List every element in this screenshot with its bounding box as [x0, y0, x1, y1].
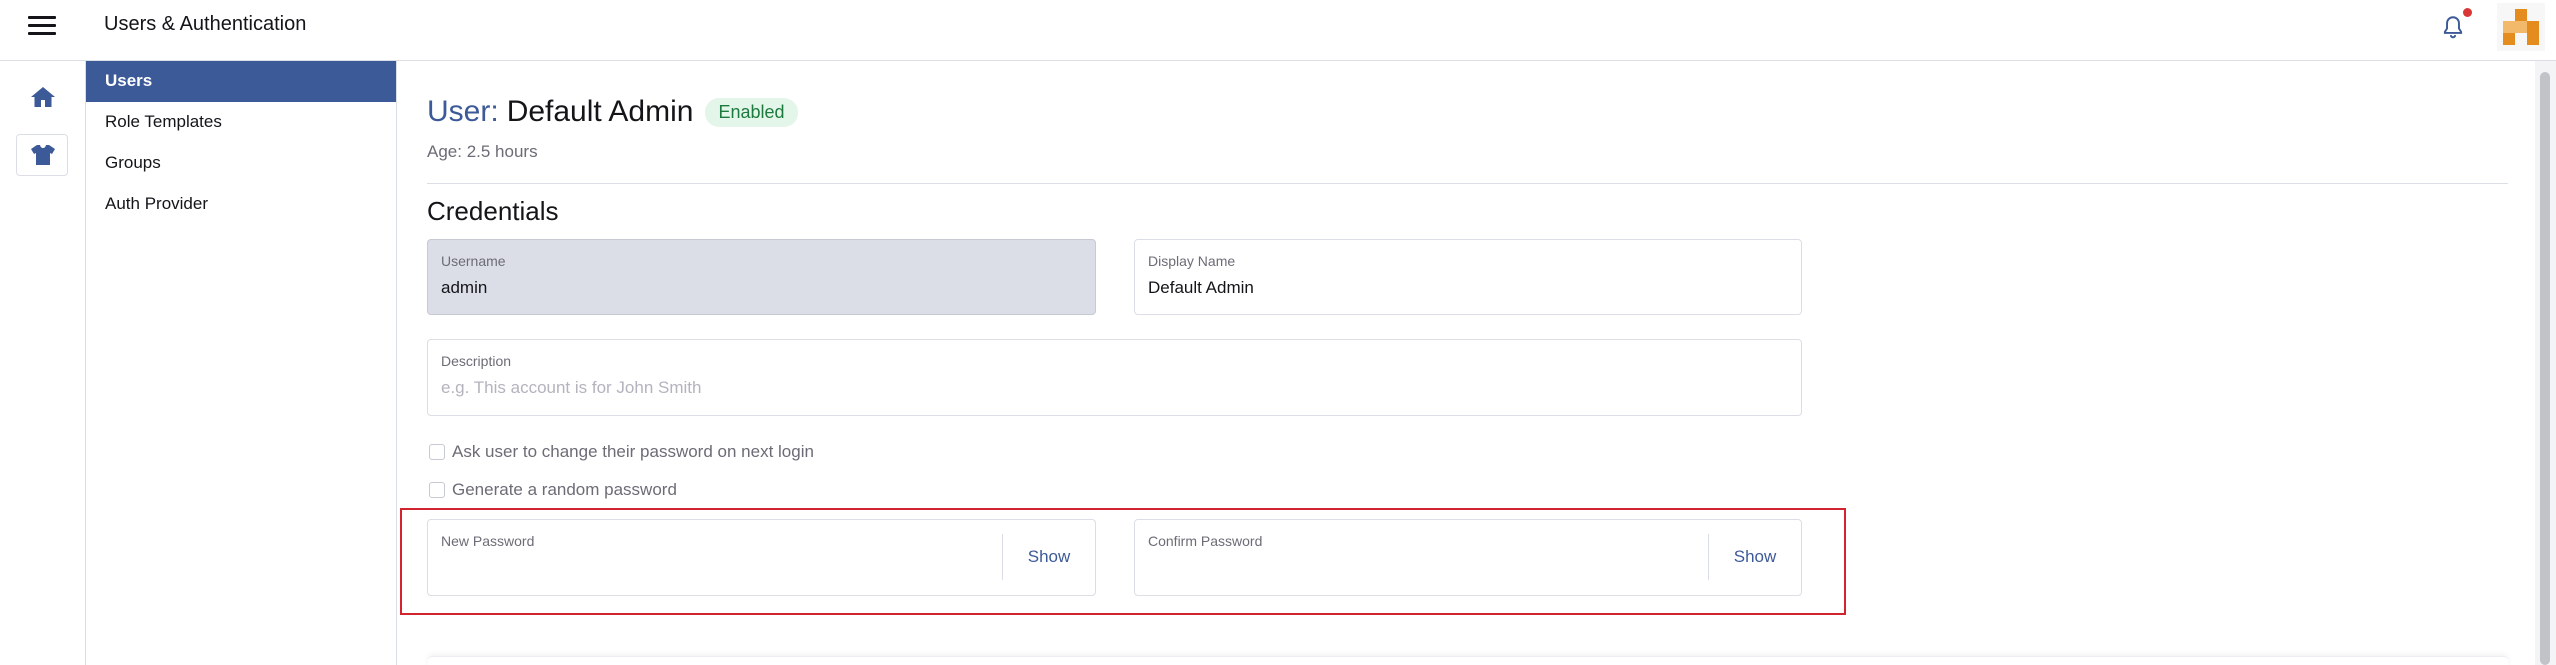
- username-label: Username: [441, 253, 506, 269]
- username-value: admin: [441, 278, 488, 297]
- bell-icon[interactable]: [2440, 13, 2466, 41]
- description-label: Description: [441, 353, 512, 369]
- page-title-prefix: User:: [427, 95, 499, 128]
- app-title: Users & Authentication: [104, 13, 307, 35]
- display-name-value: Default Admin: [1148, 278, 1254, 297]
- page-title: User: Default Admin Enabled: [427, 95, 798, 129]
- cluster-button[interactable]: [16, 134, 68, 176]
- display-name-field[interactable]: Display Name Default Admin: [1134, 239, 1802, 315]
- page-title-name: Default Admin: [506, 95, 694, 128]
- status-badge: Enabled: [705, 97, 798, 127]
- username-field[interactable]: Username admin: [427, 239, 1096, 315]
- random-password-label: Generate a random password: [452, 480, 677, 499]
- change-password-label: Ask user to change their password on nex…: [452, 442, 814, 461]
- description-placeholder: e.g. This account is for John Smith: [441, 378, 702, 397]
- hamburger-menu-icon[interactable]: [28, 16, 56, 38]
- sidebar-item-role-templates[interactable]: Role Templates: [86, 102, 396, 143]
- password-highlight-box: [400, 508, 1846, 615]
- icon-rail: [0, 61, 86, 665]
- change-password-option[interactable]: Ask user to change their password on nex…: [429, 442, 814, 462]
- scrollbar-thumb[interactable]: [2540, 72, 2550, 665]
- cluster-shirt-icon: [31, 145, 55, 165]
- avatar[interactable]: [2497, 3, 2545, 51]
- change-password-checkbox[interactable]: [429, 444, 445, 460]
- divider: [427, 183, 2508, 184]
- user-age: Age: 2.5 hours: [427, 142, 538, 161]
- random-password-checkbox[interactable]: [429, 482, 445, 498]
- random-password-option[interactable]: Generate a random password: [429, 480, 677, 500]
- next-section-card: [428, 656, 2508, 665]
- home-icon[interactable]: [30, 85, 56, 109]
- sidebar-item-auth-provider[interactable]: Auth Provider: [86, 184, 396, 225]
- sidebar-item-groups[interactable]: Groups: [86, 143, 396, 184]
- sidebar-item-users[interactable]: Users: [86, 61, 396, 102]
- display-name-label: Display Name: [1148, 253, 1236, 269]
- description-field[interactable]: Description e.g. This account is for Joh…: [427, 339, 1802, 416]
- top-header: Users & Authentication: [0, 0, 2556, 61]
- section-title-credentials: Credentials: [427, 196, 559, 226]
- notification-dot: [2463, 8, 2472, 17]
- side-navigation: Users Role Templates Groups Auth Provide…: [86, 61, 397, 665]
